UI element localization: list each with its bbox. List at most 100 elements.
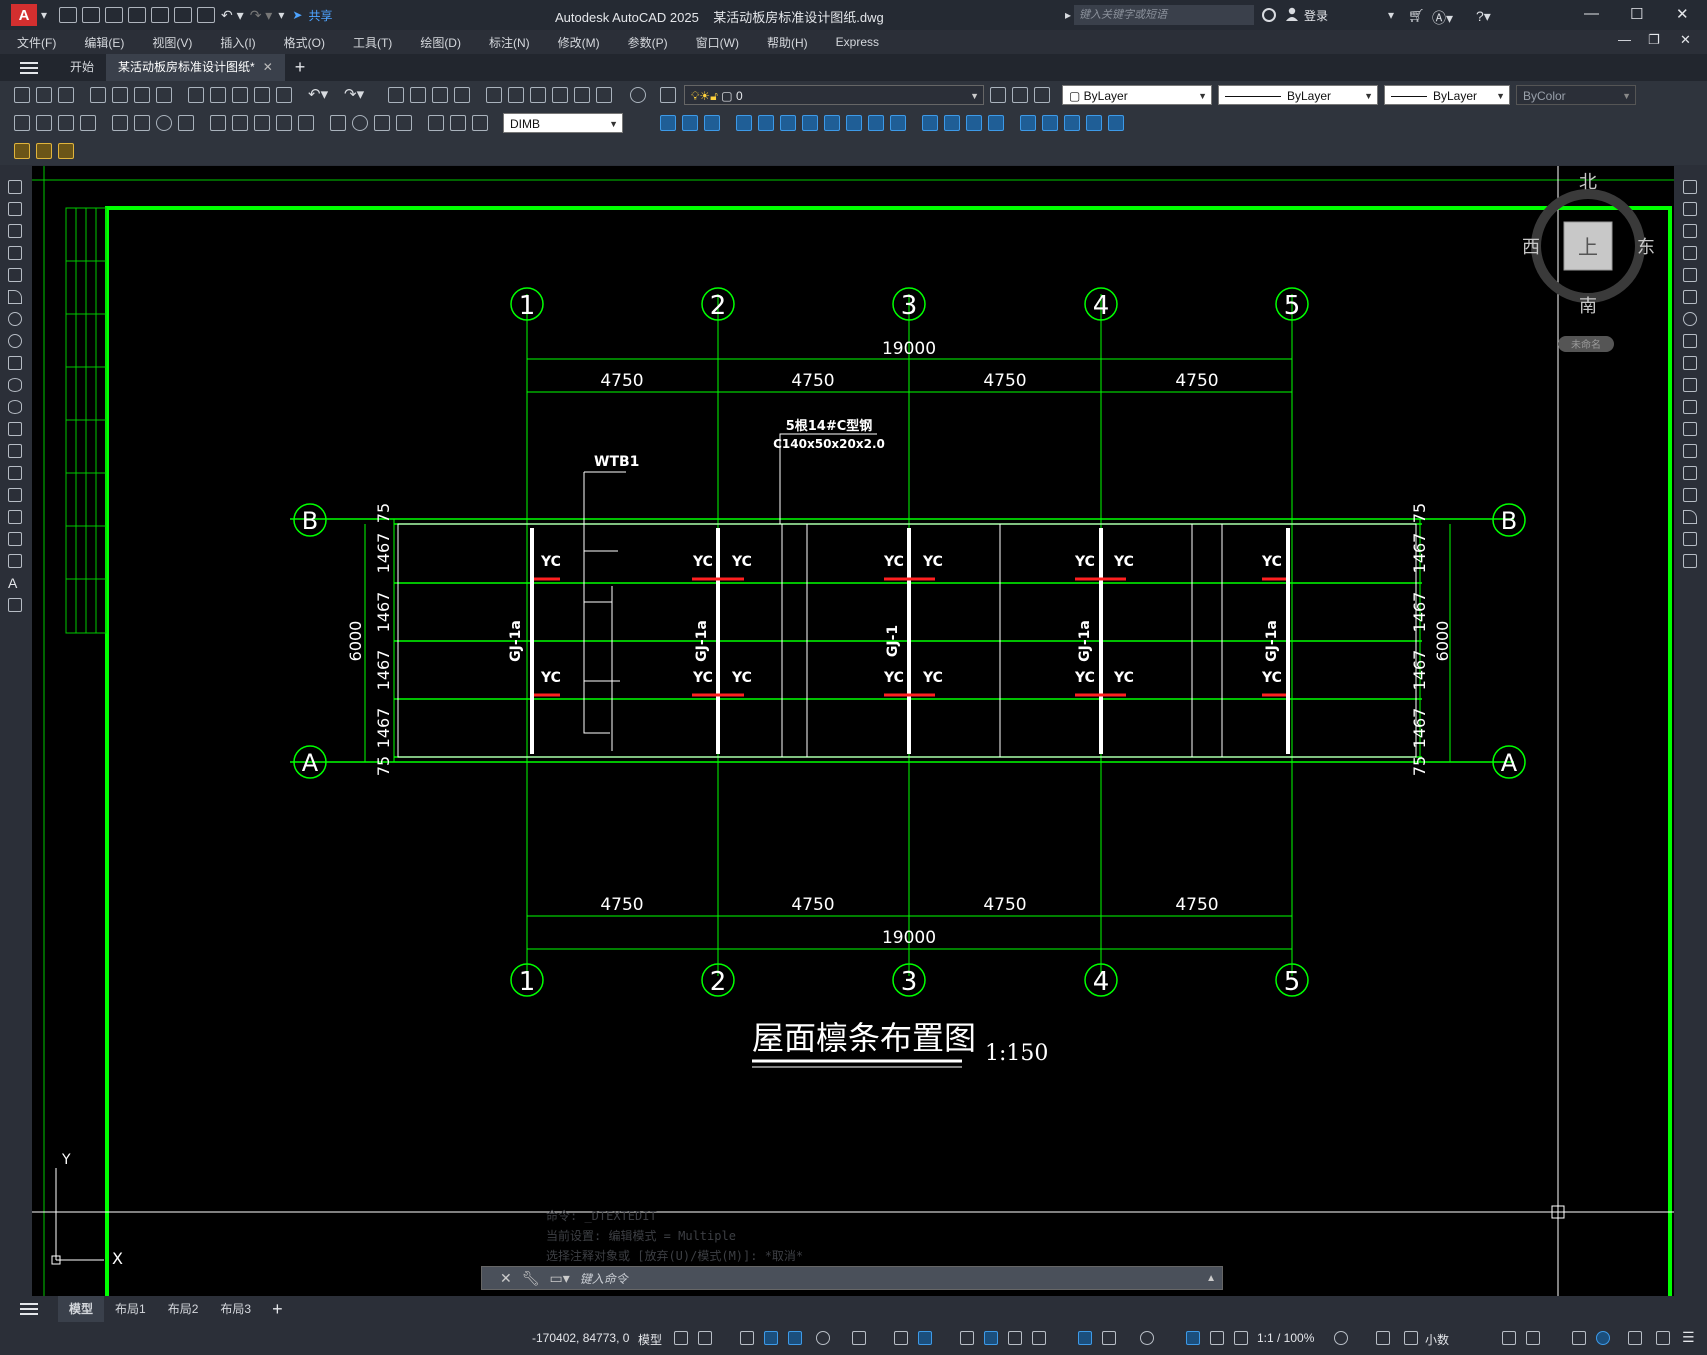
- menu-format[interactable]: 格式(O): [267, 34, 336, 51]
- break-at-point-icon[interactable]: [1683, 422, 1697, 436]
- undo-icon[interactable]: ↶▾: [308, 85, 328, 103]
- customize-quick-access-icon[interactable]: ▾: [278, 8, 284, 22]
- spline-icon[interactable]: [8, 356, 22, 370]
- layer-states-icon[interactable]: [1034, 87, 1050, 103]
- close-window-icon[interactable]: ✕: [1676, 5, 1689, 23]
- move-object-icon[interactable]: [1683, 290, 1697, 304]
- point-icon[interactable]: [8, 466, 22, 480]
- group-edit-icon[interactable]: [58, 143, 74, 159]
- save-to-web-icon[interactable]: [174, 7, 193, 23]
- search-expand-icon[interactable]: ▸: [1065, 8, 1071, 22]
- extend-icon[interactable]: [1683, 400, 1697, 414]
- save-icon[interactable]: [58, 87, 74, 103]
- union-icon[interactable]: [922, 115, 938, 131]
- snap-icon[interactable]: [698, 1331, 712, 1345]
- gizmo-icon[interactable]: [1140, 1331, 1154, 1345]
- linetype-dropdown[interactable]: ByLayer ▼: [1218, 85, 1378, 105]
- jogged-linear-icon[interactable]: [396, 115, 412, 131]
- ellipse-icon[interactable]: [8, 378, 22, 392]
- arc-icon[interactable]: [8, 290, 22, 304]
- user-icon[interactable]: [1286, 7, 1298, 21]
- block-editor-icon[interactable]: [276, 87, 292, 103]
- help-icon[interactable]: ?▾: [1476, 8, 1491, 25]
- tab-model[interactable]: 模型: [58, 1296, 105, 1322]
- chamfer-icon[interactable]: [1683, 488, 1697, 502]
- selection-filter-icon[interactable]: [1102, 1331, 1116, 1345]
- slice-icon[interactable]: [988, 115, 1004, 131]
- inspection-icon[interactable]: [374, 115, 390, 131]
- scale-object-icon[interactable]: [1683, 334, 1697, 348]
- construction-line-icon[interactable]: [8, 202, 22, 216]
- selection-cycling-icon[interactable]: [1008, 1331, 1022, 1345]
- annotation-visibility-icon[interactable]: [1186, 1331, 1200, 1345]
- viewcube-west[interactable]: 西: [1522, 237, 1540, 258]
- explode-icon[interactable]: [1683, 554, 1697, 568]
- hamburger-menu-icon[interactable]: [20, 61, 38, 74]
- close-icon[interactable]: ✕: [500, 1270, 512, 1287]
- help-search-input[interactable]: 键入关键字或短语: [1074, 5, 1254, 25]
- new-icon[interactable]: [14, 87, 30, 103]
- stretch-object-icon[interactable]: [1683, 356, 1697, 370]
- linear-dim-icon[interactable]: [14, 115, 30, 131]
- menu-draw[interactable]: 绘图(D): [403, 34, 472, 51]
- new-tab-button[interactable]: +: [295, 57, 306, 78]
- lock-ui-icon[interactable]: [1526, 1331, 1540, 1345]
- plotstyle-dropdown[interactable]: ByColor ▼: [1516, 85, 1636, 105]
- annotation-scale-dropdown[interactable]: 1:1 / 100%: [1257, 1331, 1314, 1345]
- stretch-icon[interactable]: [780, 115, 796, 131]
- radius-dim-icon[interactable]: [112, 115, 128, 131]
- drawing-canvas[interactable]: 上 北 南 东 西 未命名 Y X 1 2 3 4 5 1 2 3 4 5 19…: [32, 166, 1674, 1296]
- zoom-previous-icon[interactable]: [454, 87, 470, 103]
- zoom-realtime-icon[interactable]: [410, 87, 426, 103]
- command-prompt-icon[interactable]: ▭▾: [550, 1270, 570, 1287]
- rotate-object-icon[interactable]: [1683, 312, 1697, 326]
- add-selected-icon[interactable]: [8, 598, 22, 612]
- color-dropdown[interactable]: ▢ ByLayer ▼: [1062, 85, 1212, 105]
- undo-icon[interactable]: ↶ ▾: [221, 7, 244, 24]
- 3d-print-icon[interactable]: [156, 87, 172, 103]
- properties-icon[interactable]: [486, 87, 502, 103]
- fillet-icon[interactable]: [1683, 510, 1697, 524]
- break-icon[interactable]: [1683, 444, 1697, 458]
- arc-length-icon[interactable]: [58, 115, 74, 131]
- share-button[interactable]: 共享: [308, 7, 332, 24]
- dim-edit-icon[interactable]: [428, 115, 444, 131]
- presspull-icon[interactable]: [1042, 115, 1058, 131]
- line-icon[interactable]: [8, 180, 22, 194]
- dim-text-edit-icon[interactable]: [450, 115, 466, 131]
- trim-icon[interactable]: [1683, 378, 1697, 392]
- login-button[interactable]: 登录: [1304, 7, 1328, 24]
- offset-icon[interactable]: [890, 115, 906, 131]
- open-icon[interactable]: [36, 87, 52, 103]
- loft-icon[interactable]: [1108, 115, 1124, 131]
- menu-modify[interactable]: 修改(M): [541, 34, 611, 51]
- copy-icon[interactable]: [210, 87, 226, 103]
- array-object-icon[interactable]: [1683, 268, 1697, 282]
- menu-tools[interactable]: 工具(T): [336, 34, 403, 51]
- layer-previous-icon[interactable]: [1012, 87, 1028, 103]
- calculator-icon[interactable]: [596, 87, 612, 103]
- doc-minimize-icon[interactable]: —: [1618, 32, 1631, 47]
- share-icon[interactable]: ➤: [292, 8, 302, 22]
- dim-update-icon[interactable]: [472, 115, 488, 131]
- hardware-acceleration-icon[interactable]: [1596, 1331, 1610, 1345]
- sheet-set-icon[interactable]: [552, 87, 568, 103]
- units-dropdown[interactable]: 小数: [1425, 1331, 1449, 1348]
- chevron-down-icon[interactable]: ▾: [41, 8, 47, 22]
- search-icon[interactable]: [1262, 8, 1276, 22]
- tab-start[interactable]: 开始: [58, 54, 106, 81]
- save-icon[interactable]: [105, 7, 124, 23]
- insert-block-icon[interactable]: [8, 422, 22, 436]
- menu-help[interactable]: 帮助(H): [750, 34, 819, 51]
- subtract-icon[interactable]: [944, 115, 960, 131]
- add-layout-button[interactable]: +: [272, 1299, 283, 1320]
- quick-dim-icon[interactable]: [210, 115, 226, 131]
- open-from-web-icon[interactable]: [151, 7, 170, 23]
- menu-edit[interactable]: 编辑(E): [67, 34, 135, 51]
- viewcube-south[interactable]: 南: [1579, 296, 1597, 317]
- offset-object-icon[interactable]: [1683, 246, 1697, 260]
- fullscreen-icon[interactable]: [1656, 1331, 1670, 1345]
- menu-parametric[interactable]: 参数(P): [611, 34, 679, 51]
- viewcube-east[interactable]: 东: [1637, 237, 1655, 258]
- maximize-window-icon[interactable]: ☐: [1630, 5, 1643, 23]
